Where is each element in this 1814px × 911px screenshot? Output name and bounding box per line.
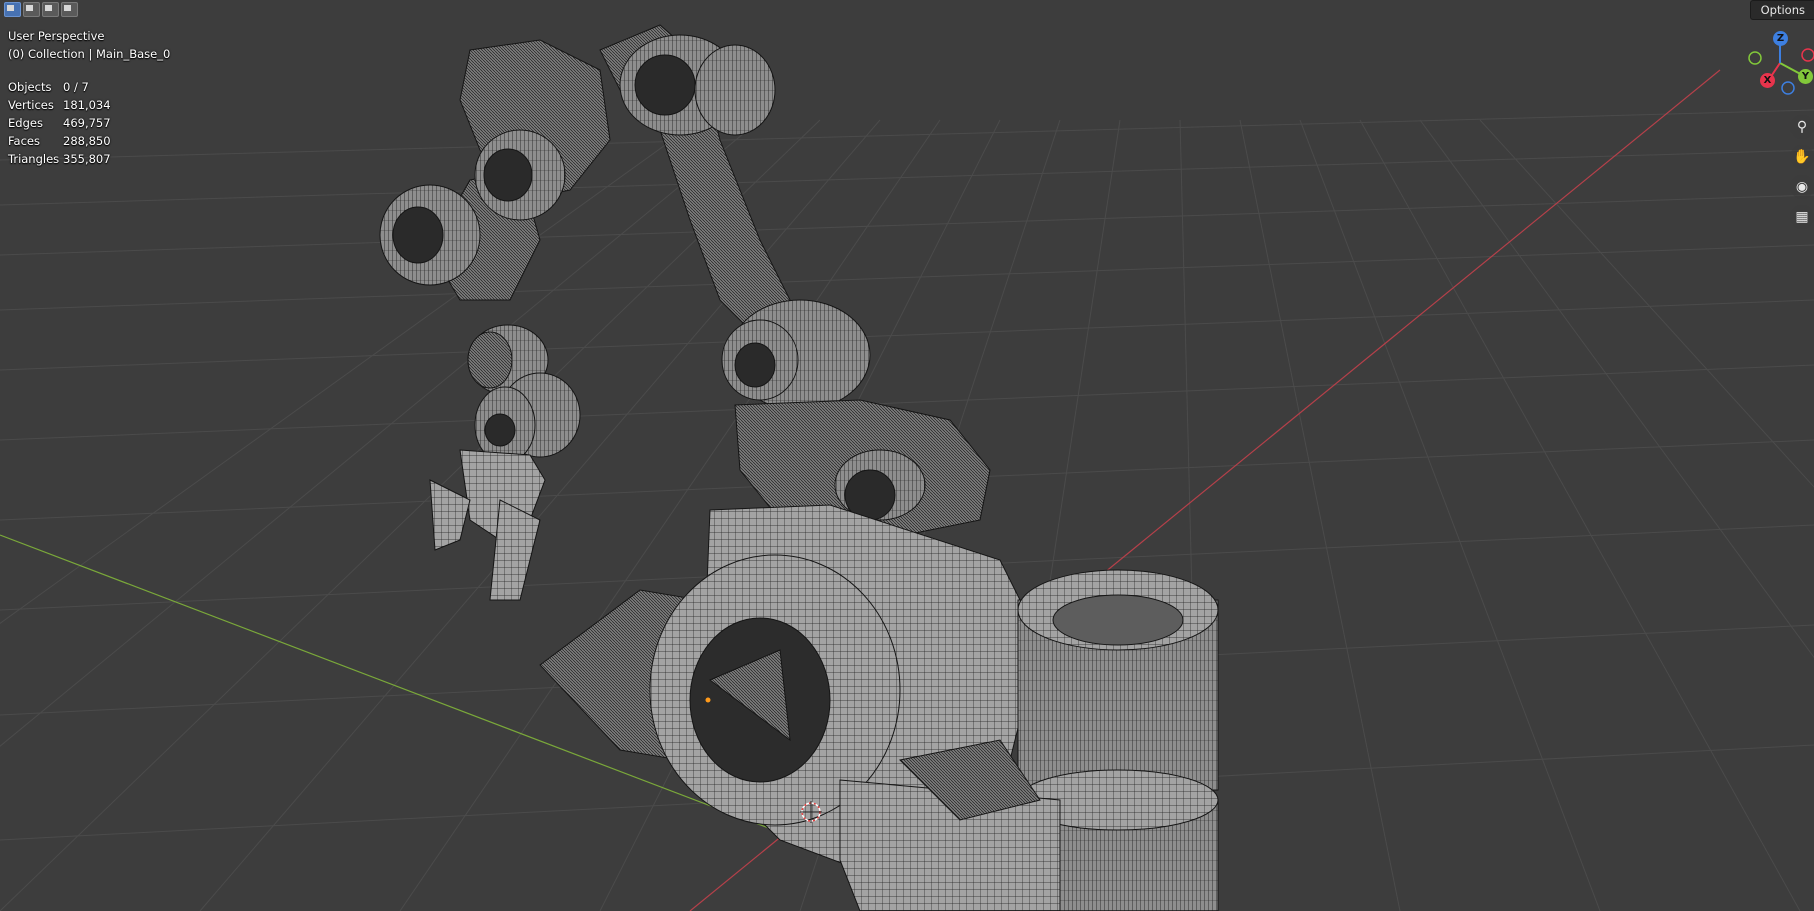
stat-faces: Faces 288,850 [8,132,111,150]
zoom-button[interactable]: ⚲ [1790,115,1814,139]
3d-viewport[interactable]: Options User Perspective (0) Collection … [0,0,1814,911]
camera-icon: ◉ [1795,179,1809,195]
stat-label: Triangles [8,152,60,166]
collection-label: (0) Collection | Main_Base_0 [8,47,171,61]
neg-x-axis-icon[interactable] [1801,48,1814,62]
stat-value: 288,850 [63,134,111,148]
stat-value: 355,807 [63,152,111,166]
intersect-selection-icon[interactable] [61,2,78,17]
camera-view-button[interactable]: ◉ [1790,175,1814,199]
origin-point [705,697,711,703]
pan-button[interactable]: ✋ [1790,145,1814,169]
scene-statistics: Objects 0 / 7 Vertices 181,034 Edges 469… [8,78,111,168]
gizmo-x-axis[interactable]: X [1760,73,1775,88]
stat-label: Faces [8,134,40,148]
stat-label: Vertices [8,98,54,112]
extend-selection-icon[interactable] [23,2,40,17]
options-button[interactable]: Options [1749,0,1814,20]
selection-mode-buttons [4,2,78,17]
set-selection-icon[interactable] [4,2,21,17]
grid-ortho-icon: ▦ [1795,209,1809,225]
zoom-icon: ⚲ [1796,119,1808,135]
view-perspective-label: User Perspective [8,29,105,43]
x-axis-label: X [1763,75,1772,86]
stat-label: Edges [8,116,43,130]
stat-triangles: Triangles 355,807 [8,150,111,168]
gizmo-z-axis[interactable]: Z [1773,31,1788,46]
stat-value: 181,034 [63,98,111,112]
ortho-toggle-button[interactable]: ▦ [1790,205,1814,229]
stat-edges: Edges 469,757 [8,114,111,132]
stat-label: Objects [8,80,52,94]
stat-vertices: Vertices 181,034 [8,96,111,114]
stat-objects: Objects 0 / 7 [8,78,111,96]
subtract-selection-icon[interactable] [42,2,59,17]
neg-y-axis-icon[interactable] [1748,51,1762,65]
robot-arm-mesh[interactable] [379,24,1219,911]
z-axis-label: Z [1776,33,1785,44]
neg-z-axis-icon[interactable] [1781,81,1795,95]
y-axis-label: Y [1801,71,1810,82]
gizmo-y-axis[interactable]: Y [1798,69,1813,84]
viewport-scene[interactable] [0,0,1814,911]
hand-pan-icon: ✋ [1793,149,1811,165]
stat-value: 0 / 7 [63,80,89,94]
stat-value: 469,757 [63,116,111,130]
